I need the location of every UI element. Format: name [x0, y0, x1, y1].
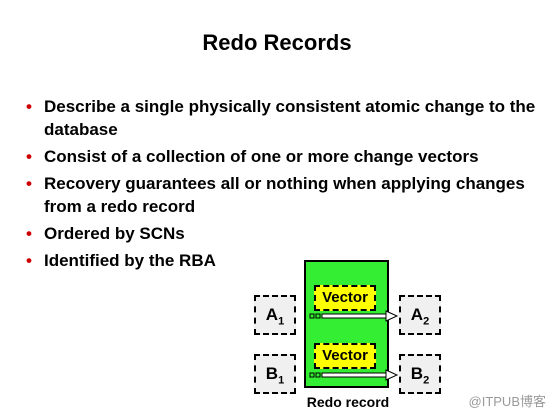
vector-marker-square: [309, 313, 315, 319]
diagram-arrows: [309, 310, 399, 381]
redo-record-diagram: A1 B1 Vector Vector A2 B2 Redo record: [0, 0, 554, 416]
arrow-shaft: [321, 313, 389, 319]
arrow-head: [385, 369, 399, 381]
arrow-head: [385, 310, 399, 322]
diagram-caption: Redo record: [306, 394, 390, 410]
vector-marker-square: [315, 313, 321, 319]
vector-marker-square: [309, 372, 315, 378]
vector-marker-square: [315, 372, 321, 378]
arrow-shaft: [321, 372, 389, 378]
watermark: @ITPUB博客: [468, 394, 546, 409]
